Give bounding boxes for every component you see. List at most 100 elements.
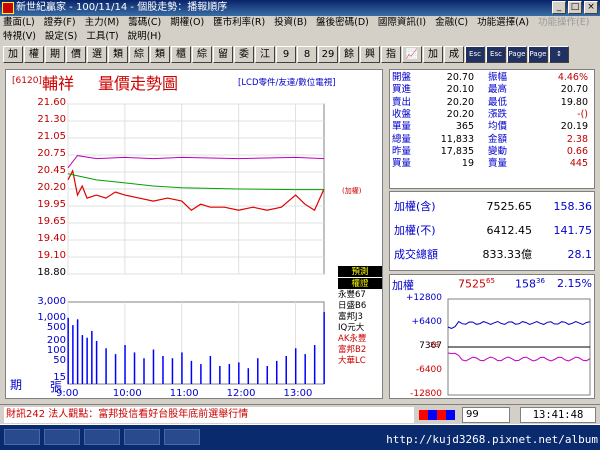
- taskbar-button[interactable]: [4, 429, 40, 445]
- volume-bar: [313, 345, 316, 384]
- menu-item[interactable]: 畫面(L): [3, 16, 35, 30]
- quote-value: 20.20: [446, 108, 474, 120]
- warrant-tag[interactable]: IQ元大: [338, 323, 382, 334]
- toolbar-button[interactable]: 類: [108, 45, 128, 63]
- close-button[interactable]: ×: [584, 1, 598, 14]
- volume-bar: [95, 340, 98, 384]
- toolbar-button[interactable]: 綜: [192, 45, 212, 63]
- average-line: [67, 173, 324, 191]
- toolbar-button[interactable]: 江: [255, 45, 275, 63]
- warrant-tag[interactable]: 大華LC: [338, 356, 382, 367]
- toolbar-button[interactable]: 權: [24, 45, 44, 63]
- volume-bar: [133, 352, 136, 384]
- quote-row: 單量 365 均價 20.19: [390, 121, 596, 133]
- volume-bar: [294, 348, 297, 384]
- quote-row: 買量 19 賣量 445: [390, 158, 596, 170]
- volume-bar: [238, 362, 240, 384]
- toolbar-nav-button[interactable]: Page Down: [528, 45, 549, 73]
- warrant-tag[interactable]: 日盛B6: [338, 301, 382, 312]
- toolbar-button[interactable]: 期: [45, 45, 65, 63]
- quote-label: 最高: [488, 84, 508, 96]
- warrant-tag[interactable]: 永豐67: [338, 290, 382, 301]
- side-tag-button[interactable]: 權證: [338, 278, 382, 289]
- toolbar-nav-button[interactable]: Page Up: [507, 45, 527, 73]
- toolbar-button[interactable]: 類: [150, 45, 170, 63]
- menu-item[interactable]: 匯市利率(R): [213, 16, 265, 30]
- quote-value: 19: [461, 158, 474, 170]
- quote-row: 買進 20.10 最高 20.70: [390, 84, 596, 96]
- futures-tick-label: -12800: [410, 389, 442, 399]
- menu-item[interactable]: 說明(H): [128, 30, 162, 44]
- warrant-tag[interactable]: 富邦B2: [338, 345, 382, 356]
- title-bar: 新世紀贏家 - 100/11/14 - 個股走勢：播報順序 _ □ ×: [0, 0, 600, 16]
- volume-bar: [247, 368, 250, 384]
- minimize-button[interactable]: _: [552, 1, 566, 14]
- menu-item-disabled: 功能操作(E): [538, 17, 590, 28]
- menu-item[interactable]: 工具(T): [86, 30, 118, 44]
- toolbar-button[interactable]: 興: [360, 45, 380, 63]
- menu-item[interactable]: 功能選擇(A): [477, 16, 529, 30]
- toolbar-button[interactable]: 8: [297, 45, 317, 63]
- menu-item[interactable]: 特視(V): [3, 30, 36, 44]
- warrant-tag[interactable]: 富邦J3: [338, 312, 382, 323]
- toolbar-button[interactable]: 9: [276, 45, 296, 63]
- toolbar-nav-button[interactable]: ↕: [549, 45, 569, 63]
- news-ticker[interactable]: 財訊242 法人觀點：富邦投信看好台股年底前選舉行情: [4, 407, 414, 423]
- toolbar-button[interactable]: 加: [423, 45, 443, 63]
- taskbar-button[interactable]: [124, 429, 160, 445]
- menu-item[interactable]: 籌碼(C): [128, 16, 161, 30]
- volume-bar: [162, 356, 164, 384]
- futures-tick-label: +6400: [411, 317, 442, 327]
- volume-bar: [67, 317, 69, 384]
- menu-item[interactable]: 設定(S): [45, 30, 77, 44]
- toolbar-button[interactable]: 29: [318, 45, 338, 63]
- index-value: 833.33億: [482, 248, 533, 261]
- toolbar-button[interactable]: 價: [66, 45, 86, 63]
- menu-item[interactable]: 證券(F): [44, 16, 76, 30]
- chart-panel: [6120] 輔祥 量價走勢圖 [LCD零件/友達/數位電視] 21.60 21.…: [5, 69, 383, 399]
- menu-item[interactable]: 盤後密碼(D): [316, 16, 369, 30]
- taskbar-button[interactable]: [44, 429, 80, 445]
- toolbar-nav-button[interactable]: Esc: [465, 45, 485, 63]
- index-change: 141.75: [553, 224, 593, 237]
- volume-bar: [86, 337, 88, 384]
- side-tag-button[interactable]: 預測: [338, 266, 382, 277]
- toolbar-button[interactable]: 選: [87, 45, 107, 63]
- menu-item[interactable]: 期權(O): [170, 16, 204, 30]
- quote-value: 0.66: [566, 145, 588, 157]
- menu-item[interactable]: 國際資訊(I): [378, 16, 426, 30]
- futures-index-line: [447, 320, 591, 330]
- index-row: 加權(含) 7525.65 158.36: [390, 196, 596, 218]
- quote-value: 17,835: [440, 145, 474, 157]
- index-value: 7525.65: [486, 200, 533, 213]
- volume-bar: [124, 345, 126, 384]
- menu-item[interactable]: 金融(C): [435, 16, 468, 30]
- maximize-button[interactable]: □: [568, 1, 582, 14]
- toolbar-button[interactable]: 成: [444, 45, 464, 63]
- toolbar-button[interactable]: 委: [234, 45, 254, 63]
- menu-item[interactable]: 主力(M): [85, 16, 120, 30]
- toolbar-button[interactable]: 櫃: [171, 45, 191, 63]
- page-input[interactable]: 99: [462, 407, 510, 423]
- taskbar-button[interactable]: [164, 429, 200, 445]
- menu-item[interactable]: 投資(B): [274, 16, 307, 30]
- warrant-tag[interactable]: AK永豐: [338, 334, 382, 345]
- quote-value: 4.46%: [557, 72, 588, 83]
- index-label: 成交總額: [394, 248, 438, 261]
- toolbar-button[interactable]: 留: [213, 45, 233, 63]
- quote-label: 總量: [392, 133, 412, 145]
- index-change: 158.36: [553, 200, 593, 213]
- toolbar-button[interactable]: 綜: [129, 45, 149, 63]
- volume-bar: [257, 358, 259, 384]
- index-label: 加權(不): [394, 224, 436, 237]
- toolbar-button[interactable]: 📈: [402, 45, 422, 63]
- toolbar-nav-button[interactable]: Esc: [486, 45, 506, 63]
- quote-label: 變動: [488, 145, 508, 157]
- toolbar-button[interactable]: 加: [3, 45, 23, 63]
- quote-value: 20.10: [446, 84, 474, 96]
- color-strip: [419, 410, 455, 420]
- toolbar-button[interactable]: 指: [381, 45, 401, 63]
- taskbar-button[interactable]: [84, 429, 120, 445]
- toolbar-button[interactable]: 餘: [339, 45, 359, 63]
- volume-bar: [152, 349, 155, 384]
